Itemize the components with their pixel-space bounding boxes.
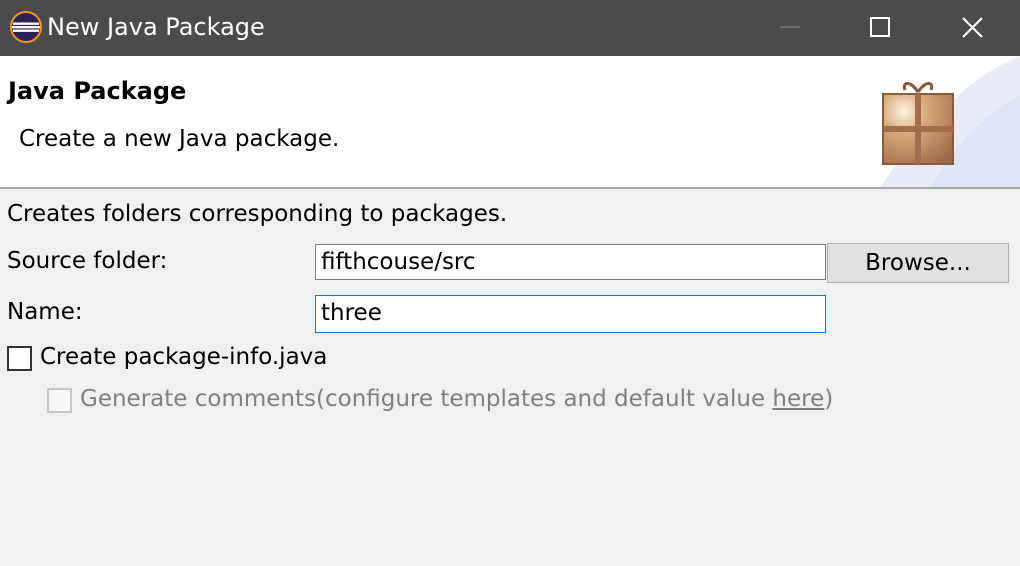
configure-here-link[interactable]: here <box>772 386 824 412</box>
info-text: Creates folders corresponding to package… <box>7 201 508 227</box>
package-gift-icon <box>882 82 954 165</box>
name-label: Name: <box>7 299 83 325</box>
window-title: New Java Package <box>47 13 265 41</box>
close-icon <box>962 17 983 38</box>
maximize-button[interactable] <box>835 0 927 56</box>
page-title: Java Package <box>8 77 187 105</box>
close-button[interactable] <box>927 0 1019 56</box>
title-bar: New Java Package <box>0 0 1020 56</box>
generate-comments-label: Generate comments <box>80 386 316 412</box>
banner-divider <box>0 187 1020 189</box>
source-folder-input[interactable]: fifthcouse/src <box>315 244 826 280</box>
new-java-package-dialog: New Java Package Java Package Create a n… <box>0 0 1020 566</box>
configure-prefix: (configure templates and default value <box>316 386 773 412</box>
minimize-icon <box>780 26 800 28</box>
wizard-banner: Java Package Create a new Java package. <box>0 56 1020 188</box>
create-package-info-checkbox[interactable] <box>7 346 32 371</box>
create-package-info-label[interactable]: Create package-info.java <box>40 344 327 370</box>
eclipse-icon <box>10 11 42 43</box>
browse-button[interactable]: Browse... <box>827 243 1009 283</box>
generate-comments-checkbox[interactable] <box>47 388 72 413</box>
source-folder-label: Source folder: <box>7 248 168 274</box>
configure-suffix: ) <box>824 386 834 412</box>
page-description: Create a new Java package. <box>19 126 340 152</box>
name-input[interactable]: three <box>315 295 826 333</box>
minimize-button[interactable] <box>744 0 836 56</box>
maximize-icon <box>870 17 890 37</box>
configure-templates-text: (configure templates and default value h… <box>316 386 833 412</box>
